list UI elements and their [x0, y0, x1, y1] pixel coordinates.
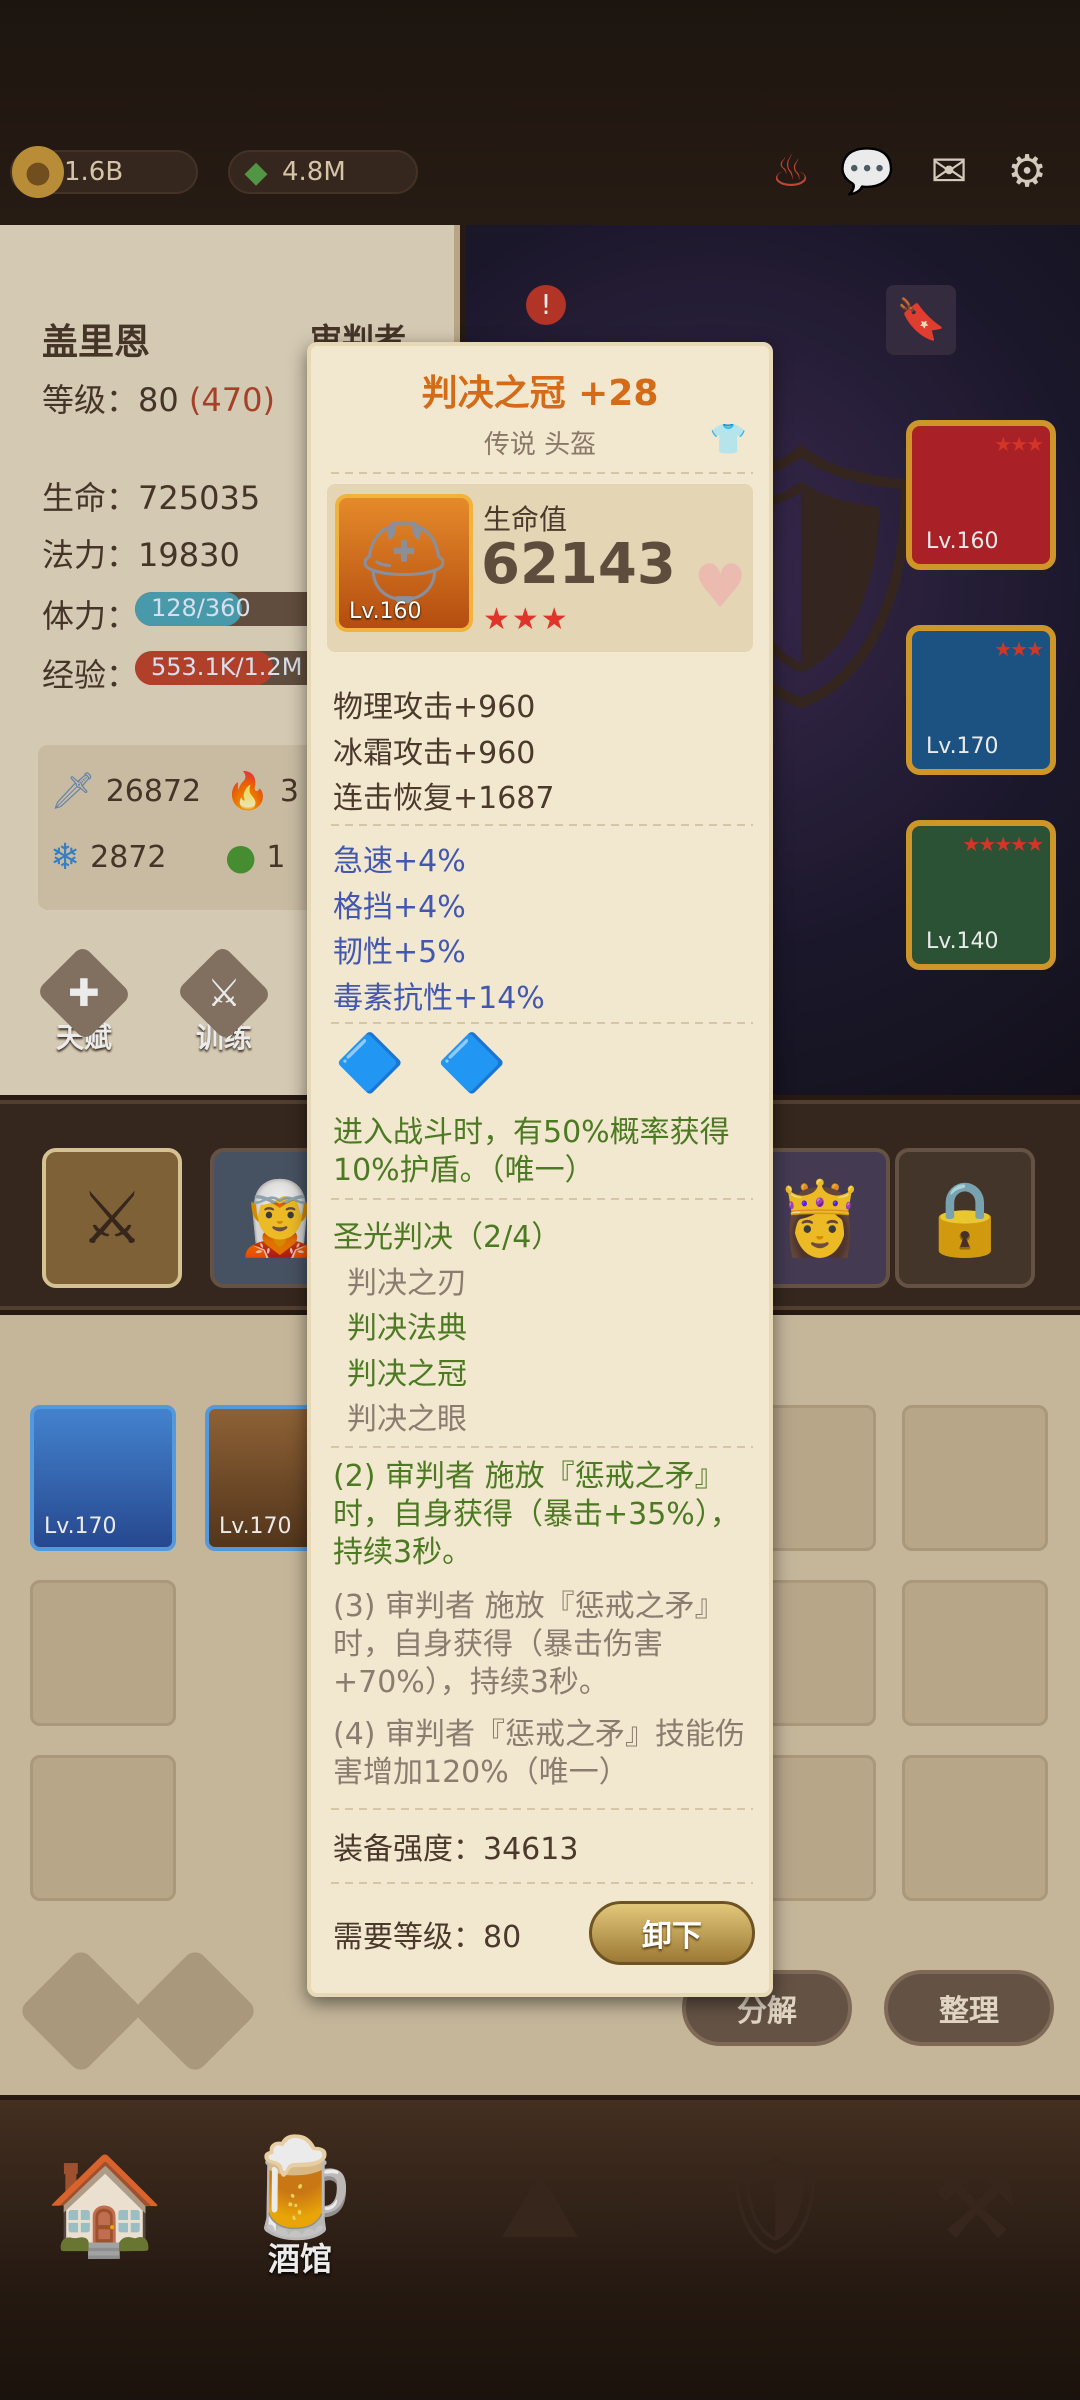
divider	[331, 472, 753, 474]
set-bonus-2: (2) 审判者 施放『惩戒之矛』时，自身获得（暴击+35%），持续3秒。	[333, 1459, 740, 1570]
set-item-owned: 判决法典	[347, 1311, 467, 1346]
extra-stat: 毒素抗性+14%	[333, 981, 545, 1016]
divider	[331, 1022, 753, 1024]
req-label: 需要等级：	[333, 1920, 483, 1955]
req-value: 80	[483, 1920, 522, 1955]
rune-gem-icon: 🔷	[335, 1031, 405, 1096]
base-stat: 连击恢复+1687	[333, 781, 555, 816]
divider	[331, 824, 753, 826]
helmet-icon: ⛑	[353, 516, 455, 609]
rune-gem-icon: 🔷	[437, 1031, 507, 1096]
extra-stat: 韧性+5%	[333, 935, 466, 970]
heart-icon: ♥	[693, 552, 747, 622]
item-tooltip: 判决之冠 +28 传说 头盔 👕 ⛑ Lv.160 生命值 62143 ★★★ …	[307, 342, 773, 1997]
divider	[331, 1446, 753, 1448]
power-value: 34613	[483, 1832, 579, 1867]
set-bonus-3: (3) 审判者 施放『惩戒之矛』时，自身获得（暴击伤害+70%），持续3秒。	[333, 1589, 725, 1700]
item-header: ⛑ Lv.160 生命值 62143 ★★★ ♥	[327, 484, 753, 652]
base-stat: 物理攻击+960	[333, 690, 536, 725]
set-name: 圣光判决（2/4）	[333, 1220, 562, 1255]
divider	[331, 1808, 753, 1810]
unequip-button[interactable]: 卸下	[589, 1901, 755, 1965]
divider	[331, 1882, 753, 1884]
divider	[331, 1198, 753, 1200]
shirt-icon: 👕	[709, 422, 747, 457]
item-icon: ⛑ Lv.160	[335, 494, 473, 632]
hp-value: 62143	[481, 532, 676, 597]
extra-stat: 格挡+4%	[333, 890, 466, 925]
extra-stat: 急速+4%	[333, 844, 466, 879]
star-rating: ★★★	[483, 602, 570, 637]
gear-power: 装备强度：34613	[333, 1824, 578, 1868]
base-stat: 冰霜攻击+960	[333, 736, 536, 771]
power-label: 装备强度：	[333, 1832, 483, 1867]
item-subtitle: 传说 头盔	[483, 430, 597, 460]
item-level: Lv.160	[349, 599, 422, 624]
gem-effect: 进入战斗时，有50%概率获得10%护盾。（唯一）	[333, 1115, 730, 1188]
set-item-missing: 判决之刃	[347, 1266, 467, 1301]
required-level: 需要等级：80	[333, 1912, 521, 1956]
item-title: 判决之冠 +28	[421, 373, 659, 414]
set-bonus-4: (4) 审判者『惩戒之矛』技能伤害增加120%（唯一）	[333, 1717, 746, 1790]
set-item-owned: 判决之冠	[347, 1357, 467, 1392]
set-item-missing: 判决之眼	[347, 1402, 467, 1437]
